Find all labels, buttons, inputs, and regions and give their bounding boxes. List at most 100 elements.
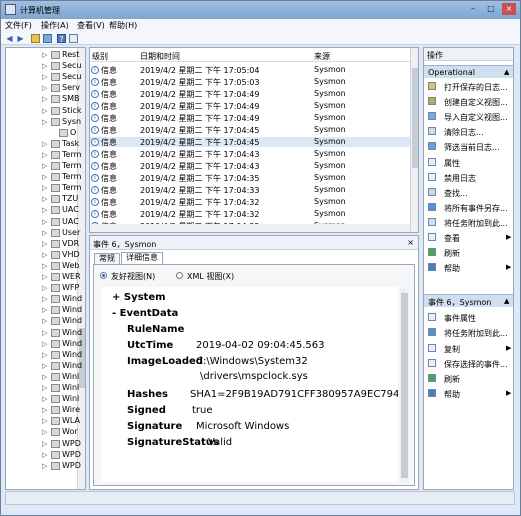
tree-item[interactable]: ▷ Sysn [6, 117, 85, 128]
tree-item[interactable]: ▷ Term [6, 172, 85, 183]
tree-item[interactable]: ▷ Winl [6, 394, 85, 405]
tree-item[interactable]: ▷ Stick [6, 106, 85, 117]
properties-icon[interactable] [69, 34, 78, 43]
eventdata-node[interactable]: - EventData [112, 308, 178, 319]
action-item[interactable]: 禁用日志 [424, 170, 513, 185]
tree-item[interactable]: ▷ WPD [6, 450, 85, 461]
friendly-view-label[interactable]: 友好视图(N) [111, 271, 155, 282]
expand-icon[interactable]: ▷ [42, 306, 47, 314]
back-icon[interactable]: ◀ [5, 34, 14, 43]
tree-item[interactable]: ▷ User [6, 228, 85, 239]
menu-help[interactable]: 帮助(H) [109, 20, 137, 31]
table-row[interactable]: i 信息 2019/4/2 星期二 下午 17:05:03 Sysmon [90, 77, 410, 87]
tree-item[interactable]: ▷ SMB [6, 94, 85, 105]
action-item[interactable]: 属性 [424, 155, 513, 170]
expand-icon[interactable]: ▷ [42, 51, 47, 59]
friendly-view-radio[interactable] [100, 272, 107, 279]
tree-item[interactable]: ▷ Wind [6, 328, 85, 339]
collapse-icon[interactable]: ▲ [504, 68, 509, 76]
expand-icon[interactable]: ▷ [42, 462, 47, 470]
close-button[interactable]: × [502, 3, 516, 15]
tree-item[interactable]: ▷ Secu [6, 72, 85, 83]
event-action-item[interactable]: 事件属性 [424, 310, 513, 325]
action-item[interactable]: 创建自定义视图... [424, 94, 513, 109]
maximize-button[interactable]: □ [484, 3, 498, 15]
expand-icon[interactable]: ▷ [42, 451, 47, 459]
expand-icon[interactable]: ▷ [42, 240, 47, 248]
action-item[interactable]: 打开保存的日志... [424, 79, 513, 94]
action-item[interactable]: 导入自定义视图... [424, 109, 513, 124]
tree-item[interactable]: ▷ WPD [6, 439, 85, 450]
action-item[interactable]: 查找... [424, 185, 513, 200]
expand-icon[interactable]: ▷ [42, 229, 47, 237]
action-item[interactable]: 查看 ▶ [424, 230, 513, 245]
tree-item[interactable]: O [6, 128, 85, 139]
expand-icon[interactable]: ▷ [42, 395, 47, 403]
xml-view-radio[interactable] [176, 272, 183, 279]
help-icon[interactable]: ? [57, 34, 66, 44]
table-row[interactable]: i 信息 2019/4/2 星期二 下午 17:04:43 Sysmon [90, 161, 410, 171]
menu-action[interactable]: 操作(A) [41, 20, 69, 31]
action-item[interactable]: 筛选当前日志... [424, 139, 513, 154]
tree-item[interactable]: ▷ Wind [6, 350, 85, 361]
expand-icon[interactable]: ▷ [42, 351, 47, 359]
event-action-item[interactable]: 复制 ▶ [424, 341, 513, 356]
action-item[interactable]: 将任务附加到此... [424, 215, 513, 230]
tree-item[interactable]: ▷ Wind [6, 339, 85, 350]
action-item[interactable]: 刷新 [424, 245, 513, 260]
column-level[interactable]: 级别 [92, 51, 108, 62]
expand-icon[interactable]: ▷ [42, 317, 47, 325]
tree-item[interactable]: ▷ Term [6, 161, 85, 172]
event-action-item[interactable]: 刷新 [424, 371, 513, 386]
table-row[interactable]: i 信息 2019/4/2 星期二 下午 17:04:49 Sysmon [90, 101, 410, 111]
expand-icon[interactable]: ▷ [42, 195, 47, 203]
expand-icon[interactable]: ▷ [42, 218, 47, 226]
expand-icon[interactable]: ▷ [42, 329, 47, 337]
expand-icon[interactable]: ▷ [42, 140, 47, 148]
tree-item[interactable]: ▷ Wor [6, 427, 85, 438]
tree-item[interactable]: ▷ Wind [6, 316, 85, 327]
tree-item[interactable]: ▷ Wind [6, 305, 85, 316]
tree-item[interactable]: ▷ Winl [6, 383, 85, 394]
tree-item[interactable]: ▷ Wind [6, 361, 85, 372]
expand-icon[interactable]: ▷ [42, 428, 47, 436]
tree-item[interactable]: ▷ UAC [6, 205, 85, 216]
forward-icon[interactable]: ▶ [16, 34, 25, 43]
up-icon[interactable] [31, 34, 40, 43]
expand-icon[interactable]: ▷ [42, 173, 47, 181]
tab-general[interactable]: 常规 [94, 253, 120, 264]
expand-icon[interactable]: ▷ [42, 184, 47, 192]
table-row[interactable]: i 信息 2019/4/2 星期二 下午 17:04:49 Sysmon [90, 113, 410, 123]
table-row[interactable]: i 信息 2019/4/2 星期二 下午 17:05:04 Sysmon [90, 65, 410, 75]
table-row[interactable]: i信息 2019/4/2 星期二 下午 17:04:32 Sysmon [90, 209, 410, 219]
table-row[interactable]: i 信息 2019/4/2 星期二 下午 17:04:45 Sysmon [90, 125, 410, 135]
collapse-icon[interactable]: ▲ [504, 297, 509, 305]
expand-icon[interactable]: ▷ [42, 62, 47, 70]
folder-icon[interactable] [43, 34, 52, 43]
action-item[interactable]: 帮助 ▶ [424, 260, 513, 275]
tab-details[interactable]: 详细信息 [121, 252, 163, 264]
tree-item[interactable]: ▷ VDR [6, 239, 85, 250]
menu-file[interactable]: 文件(F) [5, 20, 32, 31]
column-source[interactable]: 来源 [314, 51, 330, 62]
table-row[interactable]: i信息 2019/4/2 星期二 下午 17:04:32 Sysmon [90, 197, 410, 207]
tree-item[interactable]: ▷ Rest [6, 50, 85, 61]
table-row[interactable]: i 信息 2019/4/2 星期二 下午 17:04:35 Sysmon [90, 173, 410, 183]
list-scrollbar[interactable] [410, 48, 418, 232]
tree-item[interactable]: ▷ WPD [6, 461, 85, 472]
expand-icon[interactable]: ▷ [42, 251, 47, 259]
actions-section-event[interactable]: 事件 6，Sysmon ▲ [424, 294, 513, 308]
expand-icon[interactable]: ▷ [42, 295, 47, 303]
event-action-item[interactable]: 保存选择的事件... [424, 356, 513, 371]
event-action-item[interactable]: 帮助 ▶ [424, 386, 513, 401]
tree-item[interactable]: ▷ WLA [6, 416, 85, 427]
menu-view[interactable]: 查看(V) [77, 20, 105, 31]
list-hscrollbar[interactable] [90, 224, 410, 232]
tree-item[interactable]: ▷ Term [6, 150, 85, 161]
tree-item[interactable]: ▷ Web [6, 261, 85, 272]
expand-icon[interactable]: ▷ [42, 406, 47, 414]
tree-item[interactable]: ▷ Wire [6, 405, 85, 416]
tree-item[interactable]: ▷ Term [6, 183, 85, 194]
expand-icon[interactable]: ▷ [42, 107, 47, 115]
details-scrollbar[interactable] [400, 289, 409, 481]
